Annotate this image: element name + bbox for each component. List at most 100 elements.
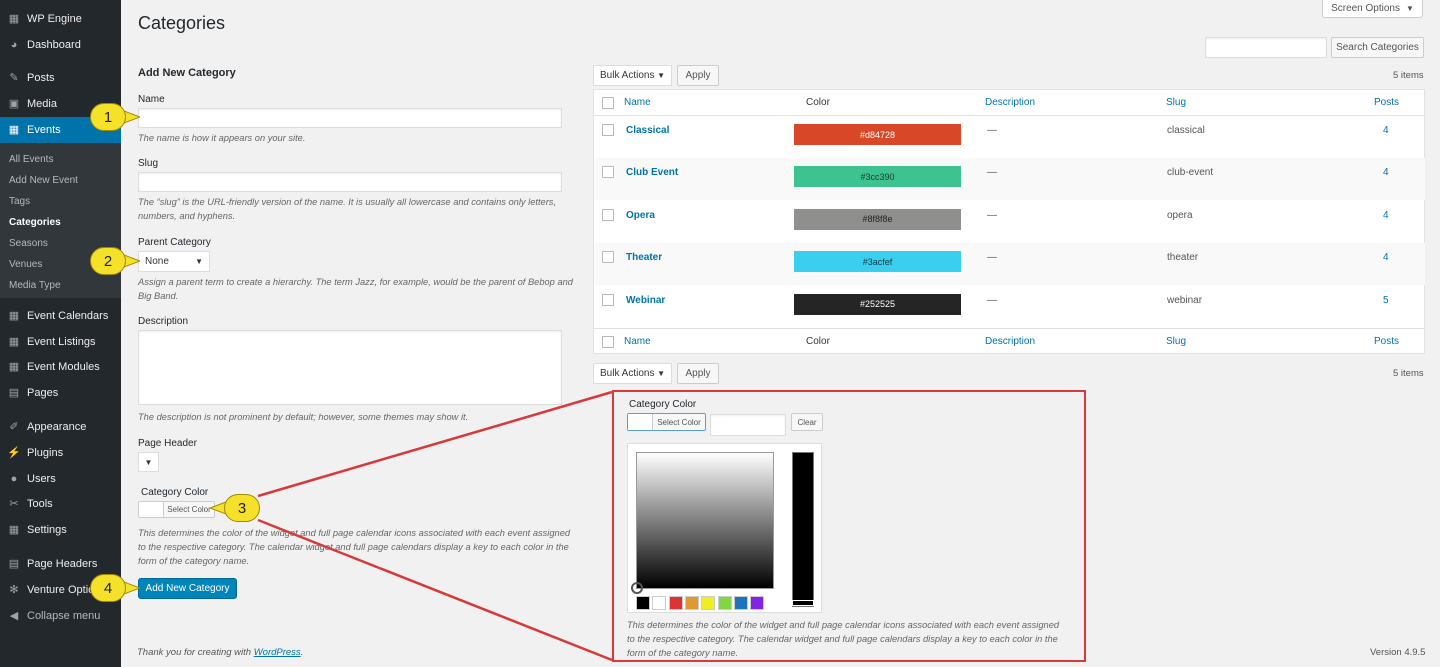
submenu-item-tags[interactable]: Tags <box>9 196 30 207</box>
column-slug[interactable]: Slug <box>1166 97 1186 108</box>
column-posts[interactable]: Posts <box>1374 97 1399 108</box>
search-input[interactable] <box>1205 37 1327 58</box>
row-checkbox[interactable] <box>602 251 614 264</box>
column-description-bottom[interactable]: Description <box>985 336 1035 347</box>
apply-button-bottom[interactable]: Apply <box>677 363 719 384</box>
wp-engine-icon: ▦ <box>8 13 20 25</box>
select-color-label: Select Color <box>167 505 211 514</box>
category-name-link[interactable]: Club Event <box>626 167 678 178</box>
color-preset-swatch[interactable] <box>750 596 765 610</box>
sidebar-item-settings[interactable]: ▦ Settings <box>0 517 121 543</box>
color-preset-swatch[interactable] <box>733 596 748 610</box>
description-textarea[interactable] <box>138 330 562 405</box>
clear-button[interactable]: Clear <box>791 413 823 431</box>
slider-handle[interactable] <box>792 600 814 606</box>
sidebar-item-appearance[interactable]: ✐ Appearance <box>0 414 121 440</box>
post-count-link[interactable]: 4 <box>1383 210 1389 221</box>
plug-icon: ⚡ <box>7 447 21 459</box>
column-description[interactable]: Description <box>985 97 1035 108</box>
color-desc-line: to the respective category. The calendar… <box>138 542 569 552</box>
zoom-desc-line: This determines the color of the widget … <box>627 620 1060 630</box>
description-label: Description <box>138 316 189 327</box>
category-slug: webinar <box>1167 294 1203 306</box>
column-name-bottom[interactable]: Name <box>624 336 651 347</box>
sidebar-item-event-listings[interactable]: ▦ Event Listings <box>0 329 121 355</box>
sidebar-item-event-calendars[interactable]: ▦ Event Calendars <box>0 303 121 329</box>
sidebar-item-label: Media <box>27 98 57 110</box>
brightness-slider[interactable] <box>792 452 814 607</box>
brush-icon: ✐ <box>9 421 19 433</box>
submenu-item-add-new-event[interactable]: Add New Event <box>9 175 78 186</box>
submenu-item-seasons[interactable]: Seasons <box>9 238 48 249</box>
sidebar-item-pages[interactable]: ▤ Pages <box>0 380 121 406</box>
bulk-actions-select[interactable]: Bulk Actions ▼ <box>593 65 672 86</box>
page-title: Categories <box>138 13 226 33</box>
post-count-link[interactable]: 4 <box>1383 125 1389 136</box>
post-count-link[interactable]: 4 <box>1383 167 1389 178</box>
hex-color-input[interactable] <box>710 414 786 436</box>
color-preset-swatch[interactable] <box>684 596 699 610</box>
page-header-select[interactable]: ▼ <box>138 452 159 472</box>
bulk-actions-select-bottom[interactable]: Bulk Actions ▼ <box>593 363 672 384</box>
picker-handle[interactable] <box>631 582 643 594</box>
color-preset-swatch[interactable] <box>701 596 716 610</box>
category-slug: club-event <box>1167 167 1214 179</box>
color-preset-swatch[interactable] <box>668 596 683 610</box>
select-all-checkbox[interactable] <box>602 97 614 109</box>
category-name-link[interactable]: Classical <box>626 125 669 136</box>
callout-4: 4 <box>90 574 140 602</box>
collapse-icon: ◀ <box>9 610 19 622</box>
column-posts-bottom[interactable]: Posts <box>1374 336 1399 347</box>
sidebar-item-event-modules[interactable]: ▦ Event Modules <box>0 354 121 380</box>
submenu-item-media-type[interactable]: Media Type <box>9 280 61 291</box>
sidebar-item-users[interactable]: ● Users <box>0 466 121 492</box>
sidebar-item-wp-engine[interactable]: ▦ WP Engine <box>0 6 121 32</box>
parent-category-select[interactable]: None ▼ <box>138 251 210 272</box>
add-new-category-button[interactable]: Add New Category <box>138 578 237 599</box>
submenu-item-all-events[interactable]: All Events <box>9 154 53 165</box>
color-preset-swatch[interactable] <box>636 596 650 610</box>
post-count-link[interactable]: 4 <box>1383 252 1389 263</box>
category-name-link[interactable]: Theater <box>626 252 662 263</box>
saturation-square[interactable] <box>631 452 774 594</box>
name-input[interactable] <box>138 108 562 128</box>
color-desc-line: form of the category name. <box>138 556 250 566</box>
select-all-checkbox-bottom[interactable] <box>602 336 614 348</box>
slug-input[interactable] <box>138 172 562 192</box>
column-slug-bottom[interactable]: Slug <box>1166 336 1186 347</box>
wordpress-link[interactable]: WordPress <box>254 647 301 658</box>
category-name-link[interactable]: Opera <box>626 210 655 221</box>
table-row: Club Event #3cc390 — club-event 4 <box>595 158 1425 201</box>
sidebar-item-plugins[interactable]: ⚡ Plugins <box>0 440 121 466</box>
submenu-item-venues[interactable]: Venues <box>9 259 42 270</box>
sidebar-item-label: Page Headers <box>27 558 98 570</box>
select-color-button[interactable]: Select Color <box>138 501 215 518</box>
row-checkbox[interactable] <box>602 293 614 306</box>
search-categories-button[interactable]: Search Categories <box>1331 37 1424 58</box>
media-icon: ▣ <box>8 98 20 110</box>
row-checkbox[interactable] <box>602 124 614 136</box>
sidebar-item-label: Event Modules <box>27 361 100 373</box>
color-preset-swatch[interactable] <box>717 596 732 610</box>
submenu-item-categories[interactable]: Categories <box>9 217 61 228</box>
column-name[interactable]: Name <box>624 97 651 108</box>
slug-description: The “slug” is the URL-friendly version o… <box>138 195 556 223</box>
items-count: 5 items <box>1393 70 1424 81</box>
row-checkbox[interactable] <box>602 208 614 221</box>
sidebar-item-label: Tools <box>27 498 53 510</box>
post-count-link[interactable]: 5 <box>1383 295 1389 306</box>
sidebar-item-posts[interactable]: ✎ Posts <box>0 65 121 91</box>
apply-button[interactable]: Apply <box>677 65 719 86</box>
screen-options-button[interactable]: Screen Options ▼ <box>1322 0 1423 18</box>
sidebar-item-label: Settings <box>27 524 67 536</box>
sidebar-item-tools[interactable]: ✂ Tools <box>0 491 121 517</box>
sidebar-item-dashboard[interactable]: ◕ Dashboard <box>0 32 121 58</box>
slug-label: Slug <box>138 158 159 169</box>
name-description: The name is how it appears on your site. <box>138 133 306 143</box>
row-checkbox[interactable] <box>602 166 614 179</box>
zoom-select-color-button[interactable]: Select Color <box>627 413 706 431</box>
sidebar-item-collapse-menu[interactable]: ◀ Collapse menu <box>0 603 121 629</box>
color-preset-swatch[interactable] <box>652 596 667 610</box>
footer-period: . <box>300 647 304 658</box>
category-name-link[interactable]: Webinar <box>626 295 665 306</box>
